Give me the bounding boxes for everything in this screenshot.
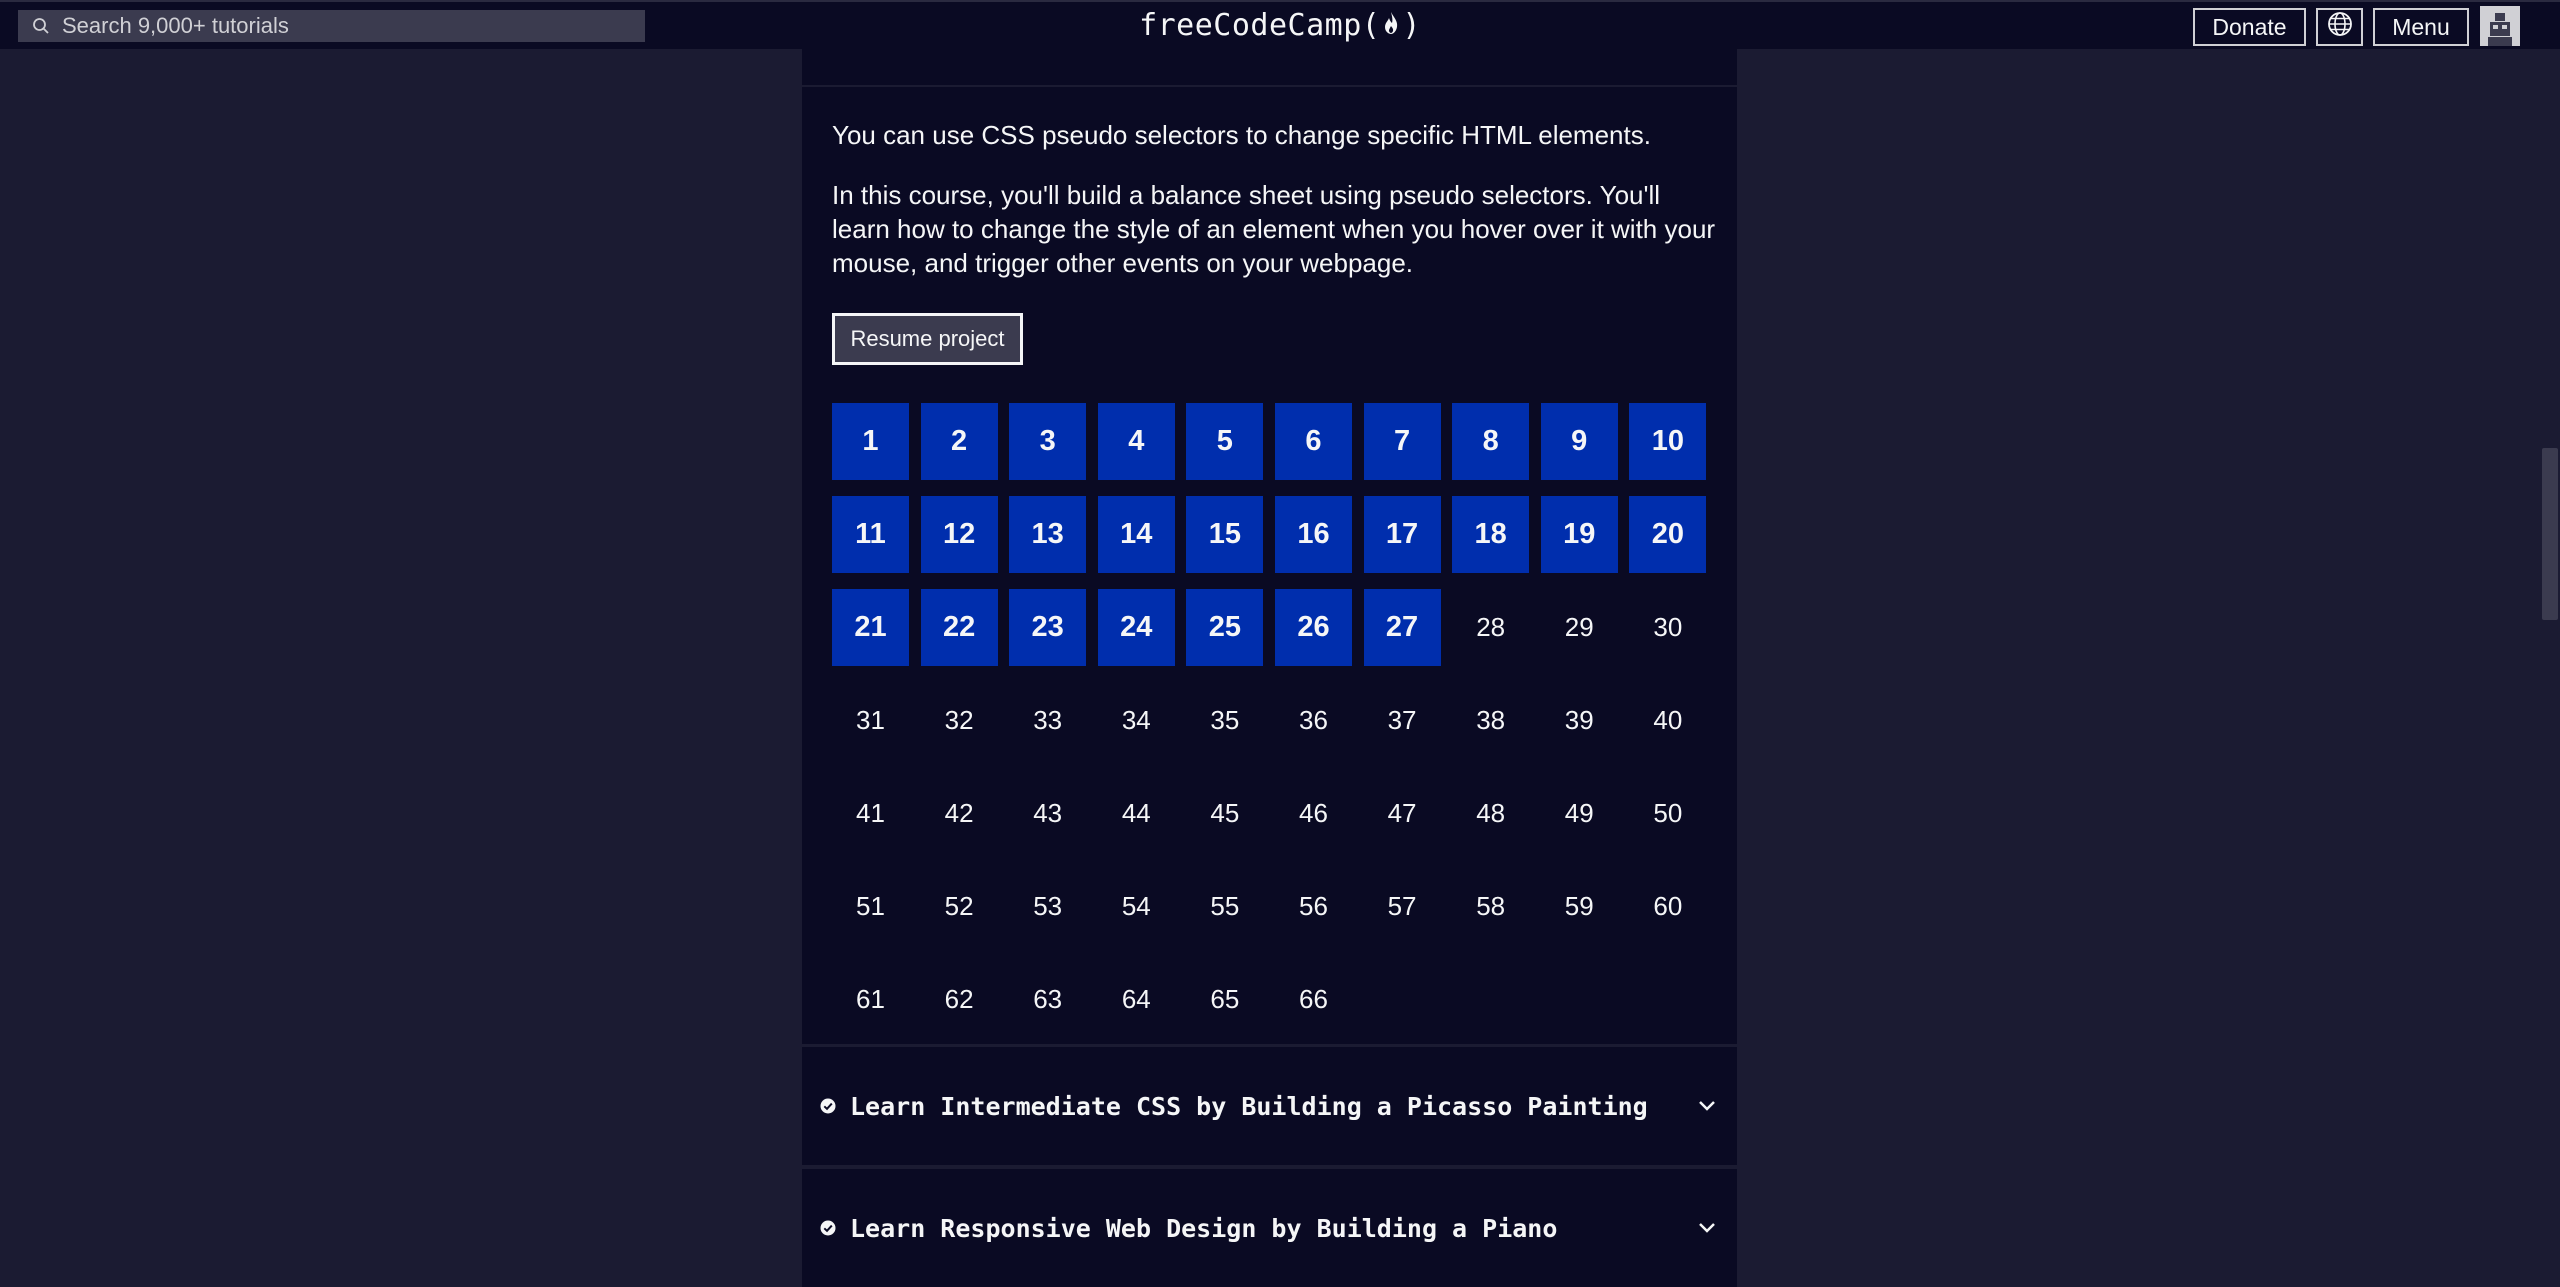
logo-text-right: ) bbox=[1402, 8, 1421, 43]
step-4[interactable]: 4 bbox=[1097, 403, 1175, 480]
step-37[interactable]: 37 bbox=[1364, 682, 1441, 759]
step-51[interactable]: 51 bbox=[832, 868, 909, 945]
step-17[interactable]: 17 bbox=[1363, 496, 1441, 573]
step-49[interactable]: 49 bbox=[1541, 775, 1618, 852]
step-52[interactable]: 52 bbox=[921, 868, 998, 945]
step-39[interactable]: 39 bbox=[1541, 682, 1618, 759]
step-2[interactable]: 2 bbox=[920, 403, 998, 480]
step-33[interactable]: 33 bbox=[1009, 682, 1086, 759]
step-58[interactable]: 58 bbox=[1452, 868, 1529, 945]
step-47[interactable]: 47 bbox=[1364, 775, 1441, 852]
step-46[interactable]: 46 bbox=[1275, 775, 1352, 852]
step-15[interactable]: 15 bbox=[1186, 496, 1264, 573]
chevron-down-icon bbox=[1695, 1094, 1719, 1118]
step-50[interactable]: 50 bbox=[1629, 775, 1706, 852]
step-35[interactable]: 35 bbox=[1186, 682, 1263, 759]
step-31[interactable]: 31 bbox=[832, 682, 909, 759]
search-icon bbox=[26, 10, 56, 42]
step-41[interactable]: 41 bbox=[832, 775, 909, 852]
logo-text-left: freeCodeCamp( bbox=[1139, 8, 1381, 43]
step-23[interactable]: 23 bbox=[1009, 589, 1087, 666]
menu-button[interactable]: Menu bbox=[2373, 8, 2469, 46]
step-30[interactable]: 30 bbox=[1629, 589, 1706, 666]
resume-project-button[interactable]: Resume project bbox=[832, 313, 1023, 365]
step-18[interactable]: 18 bbox=[1452, 496, 1530, 573]
course-block-title: Learn Responsive Web Design by Building … bbox=[850, 1213, 1558, 1243]
step-56[interactable]: 56 bbox=[1275, 868, 1352, 945]
step-32[interactable]: 32 bbox=[921, 682, 998, 759]
step-10[interactable]: 10 bbox=[1629, 403, 1707, 480]
scrollbar-track[interactable] bbox=[2540, 49, 2560, 1262]
step-26[interactable]: 26 bbox=[1274, 589, 1352, 666]
step-43[interactable]: 43 bbox=[1009, 775, 1086, 852]
step-64[interactable]: 64 bbox=[1098, 961, 1175, 1038]
step-55[interactable]: 55 bbox=[1186, 868, 1263, 945]
step-24[interactable]: 24 bbox=[1097, 589, 1175, 666]
step-8[interactable]: 8 bbox=[1452, 403, 1530, 480]
search-input[interactable] bbox=[56, 10, 645, 42]
step-25[interactable]: 25 bbox=[1186, 589, 1264, 666]
step-14[interactable]: 14 bbox=[1097, 496, 1175, 573]
top-navigation: freeCodeCamp( ) Donate Menu bbox=[0, 0, 2560, 49]
step-65[interactable]: 65 bbox=[1186, 961, 1263, 1038]
divider bbox=[802, 85, 1737, 87]
step-36[interactable]: 36 bbox=[1275, 682, 1352, 759]
step-59[interactable]: 59 bbox=[1541, 868, 1618, 945]
step-grid: 1 2 3 4 5 6 7 8 9 10 11 12 13 14 15 16 17 18 19 20 21 22 23 24 2… bbox=[832, 403, 1712, 1038]
step-9[interactable]: 9 bbox=[1540, 403, 1618, 480]
scrollbar-thumb[interactable] bbox=[2542, 448, 2558, 620]
step-5[interactable]: 5 bbox=[1186, 403, 1264, 480]
step-11[interactable]: 11 bbox=[832, 496, 909, 573]
freecodecamp-logo[interactable]: freeCodeCamp( ) bbox=[1100, 6, 1460, 46]
step-45[interactable]: 45 bbox=[1186, 775, 1263, 852]
course-block-picasso[interactable]: Learn Intermediate CSS by Building a Pic… bbox=[802, 1047, 1737, 1165]
step-38[interactable]: 38 bbox=[1452, 682, 1529, 759]
step-20[interactable]: 20 bbox=[1629, 496, 1707, 573]
step-62[interactable]: 62 bbox=[921, 961, 998, 1038]
check-circle-icon bbox=[820, 1220, 836, 1236]
curriculum-column: You can use CSS pseudo selectors to chan… bbox=[802, 49, 1737, 1287]
globe-icon bbox=[2327, 11, 2353, 43]
step-13[interactable]: 13 bbox=[1009, 496, 1087, 573]
step-27[interactable]: 27 bbox=[1363, 589, 1441, 666]
step-21[interactable]: 21 bbox=[832, 589, 909, 666]
course-block-title: Learn Intermediate CSS by Building a Pic… bbox=[850, 1091, 1648, 1121]
expanded-course-block: You can use CSS pseudo selectors to chan… bbox=[802, 49, 1737, 1044]
step-16[interactable]: 16 bbox=[1274, 496, 1352, 573]
step-48[interactable]: 48 bbox=[1452, 775, 1529, 852]
chevron-down-icon bbox=[1695, 1216, 1719, 1240]
step-19[interactable]: 19 bbox=[1540, 496, 1618, 573]
step-3[interactable]: 3 bbox=[1009, 403, 1087, 480]
step-22[interactable]: 22 bbox=[920, 589, 998, 666]
step-42[interactable]: 42 bbox=[921, 775, 998, 852]
step-29[interactable]: 29 bbox=[1541, 589, 1618, 666]
donate-button[interactable]: Donate bbox=[2193, 8, 2306, 46]
step-34[interactable]: 34 bbox=[1098, 682, 1175, 759]
language-button[interactable] bbox=[2316, 8, 2363, 46]
course-description: You can use CSS pseudo selectors to chan… bbox=[832, 120, 1651, 150]
step-60[interactable]: 60 bbox=[1629, 868, 1706, 945]
step-61[interactable]: 61 bbox=[832, 961, 909, 1038]
step-66[interactable]: 66 bbox=[1275, 961, 1352, 1038]
step-40[interactable]: 40 bbox=[1629, 682, 1706, 759]
avatar[interactable] bbox=[2480, 6, 2520, 46]
step-63[interactable]: 63 bbox=[1009, 961, 1086, 1038]
step-53[interactable]: 53 bbox=[1009, 868, 1086, 945]
step-6[interactable]: 6 bbox=[1274, 403, 1352, 480]
search-bar[interactable] bbox=[18, 10, 645, 42]
step-28[interactable]: 28 bbox=[1452, 589, 1529, 666]
step-12[interactable]: 12 bbox=[920, 496, 998, 573]
check-circle-icon bbox=[820, 1098, 836, 1114]
step-44[interactable]: 44 bbox=[1098, 775, 1175, 852]
course-description-detail: In this course, you'll build a balance s… bbox=[832, 180, 1716, 278]
step-54[interactable]: 54 bbox=[1098, 868, 1175, 945]
step-57[interactable]: 57 bbox=[1364, 868, 1441, 945]
step-1[interactable]: 1 bbox=[832, 403, 909, 480]
step-7[interactable]: 7 bbox=[1363, 403, 1441, 480]
flame-icon bbox=[1382, 7, 1400, 47]
course-block-piano[interactable]: Learn Responsive Web Design by Building … bbox=[802, 1169, 1737, 1287]
